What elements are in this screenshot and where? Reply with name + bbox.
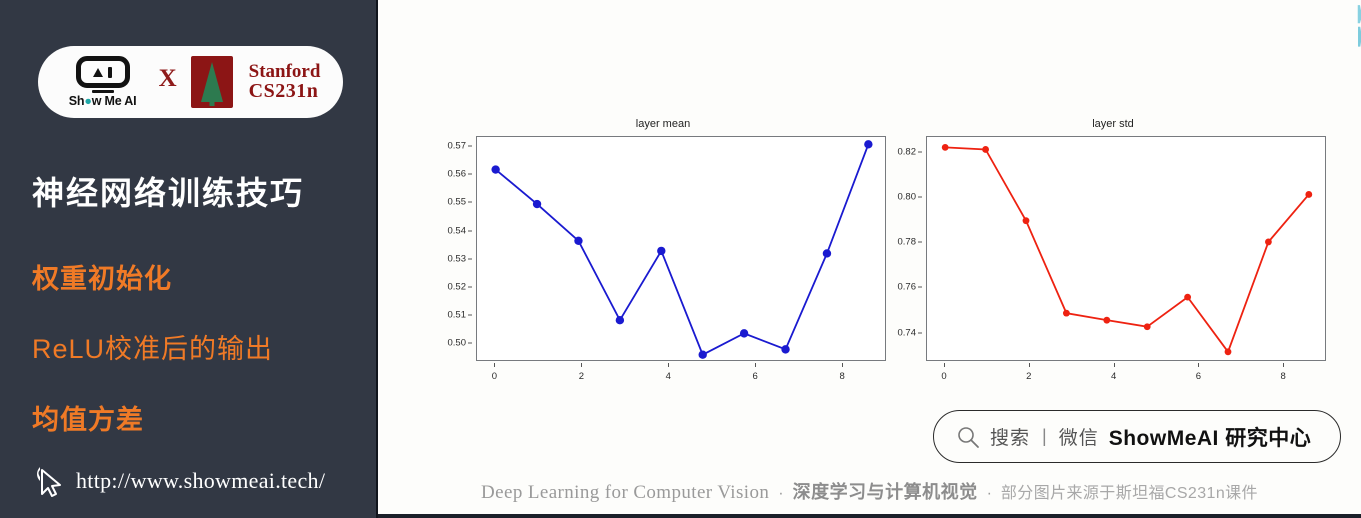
wechat-label: 微信 [1058, 428, 1099, 449]
plot-area-layer-mean [476, 136, 886, 361]
showmeai-wordmark: Sh●w Me AI [68, 94, 137, 108]
stanford-line-2: CS231n [248, 80, 319, 103]
search-divider: | [1042, 426, 1047, 446]
footer-separator: · [778, 485, 784, 502]
x-tick-label: 0 [491, 371, 498, 382]
x-tick-label: 2 [1026, 371, 1032, 382]
footer-chinese-note: 部分图片来源于斯坦福CS231n课件 [1000, 485, 1258, 502]
series-line-layer-mean [491, 140, 873, 359]
y-tick-label: 0.80 [897, 191, 917, 203]
brand-name: ShowMeAI 研究中心 [1108, 426, 1312, 450]
data-point [1305, 191, 1313, 198]
sidebar-subtitle-2: ReLU校准后的输出 [32, 334, 274, 364]
data-point [1143, 323, 1151, 331]
data-point [1224, 348, 1232, 356]
chart-title-layer-mean: layer mean [635, 118, 691, 130]
footer-caption: Deep Learning for Computer Vision · 深度学习… [378, 478, 1361, 504]
data-point [532, 199, 542, 209]
data-point [698, 350, 707, 359]
data-point [982, 146, 989, 153]
data-point [657, 246, 666, 256]
data-point [822, 249, 832, 258]
stanford-tree-icon [190, 56, 233, 108]
stanford-line-1: Stanford [248, 60, 321, 82]
slide-root: Sh●w Me AI X Stanford CS231n 神经网络训练技巧 权重… [0, 0, 1361, 518]
logo-x-separator: X [158, 65, 177, 92]
robot-eye-bar-icon [108, 66, 113, 78]
search-icon [958, 426, 979, 448]
wechat-search-pill[interactable]: 搜索 | 微信 ShowMeAI 研究中心 [933, 410, 1341, 463]
chart-panel-layer-mean: layer mean 0.57 0.56 0.55 0.54 0.53 0.52… [428, 8, 898, 398]
data-point [1022, 217, 1030, 225]
y-tick-label: 0.78 [897, 236, 917, 248]
data-point [941, 144, 949, 151]
chart-title-layer-std: layer std [1092, 118, 1134, 130]
x-tick-label: 8 [1280, 371, 1286, 382]
y-tick-label: 0.74 [897, 327, 917, 339]
sidebar-url-row[interactable]: http://www.showmeai.tech/ [34, 464, 325, 498]
y-axis-layer-mean: 0.57 0.56 0.55 0.54 0.53 0.52 0.51 0.50 [428, 136, 472, 361]
footer-chinese-bold: 深度学习与计算机视觉 [792, 482, 978, 502]
footer-english: Deep Learning for Computer Vision [481, 482, 770, 503]
y-tick-label: 0.56 [447, 168, 467, 180]
sidebar-subtitle-3: 均值方差 [32, 405, 144, 435]
sidebar-subtitle-1: 权重初始化 [32, 264, 172, 294]
footer-separator: · [986, 485, 992, 502]
x-tick-label: 2 [578, 371, 585, 382]
cursor-pointer-icon [37, 467, 61, 497]
sidebar: Sh●w Me AI X Stanford CS231n 神经网络训练技巧 权重… [0, 0, 378, 518]
series-line-layer-std [941, 144, 1313, 356]
chart-panel-layer-std: layer std 0.82 0.80 0.78 0.76 0.74 0 2 4… [878, 8, 1348, 398]
brand-logo-pill: Sh●w Me AI X Stanford CS231n [38, 46, 343, 118]
data-point [781, 345, 790, 354]
y-axis-layer-std: 0.82 0.80 0.78 0.76 0.74 [878, 136, 922, 361]
stanford-wordmark: Stanford CS231n [248, 60, 321, 103]
data-point [864, 140, 873, 149]
data-point [491, 165, 500, 174]
main-content: ShowMeAI layer mean 0.57 0.56 0.55 0.54 … [378, 0, 1361, 518]
data-point [615, 316, 625, 325]
footer-rule [378, 514, 1361, 518]
x-tick-label: 8 [839, 371, 845, 382]
x-tick-label: 6 [1195, 371, 1202, 382]
data-point [1265, 238, 1272, 246]
y-tick-label: 0.76 [897, 281, 917, 293]
charts-area: layer mean 0.57 0.56 0.55 0.54 0.53 0.52… [388, 8, 1358, 398]
y-tick-label: 0.52 [447, 281, 467, 293]
y-tick-label: 0.53 [447, 253, 467, 265]
x-axis-layer-std: 0 2 4 6 8 [926, 363, 1326, 387]
sidebar-url-text[interactable]: http://www.showmeai.tech/ [76, 468, 325, 494]
robot-eye-triangle-icon [93, 67, 104, 77]
data-point [1062, 309, 1070, 317]
x-axis-layer-mean: 0 2 4 6 8 [476, 363, 886, 387]
data-point [1103, 316, 1111, 324]
y-tick-label: 0.55 [447, 196, 467, 208]
data-point [739, 329, 749, 338]
data-point [574, 236, 583, 245]
x-tick-label: 0 [941, 371, 947, 382]
y-tick-label: 0.50 [447, 337, 467, 349]
robot-mouth-icon [91, 90, 114, 93]
search-label: 搜索 [990, 428, 1031, 449]
x-tick-label: 4 [1110, 371, 1117, 382]
y-tick-label: 0.54 [447, 225, 467, 236]
y-tick-label: 0.51 [447, 309, 467, 321]
x-tick-label: 4 [665, 371, 671, 382]
x-tick-label: 6 [752, 371, 758, 382]
page-title: 神经网络训练技巧 [32, 175, 305, 211]
plot-area-layer-std [926, 136, 1326, 361]
y-tick-label: 0.82 [897, 146, 917, 158]
y-tick-label: 0.57 [447, 140, 467, 152]
robot-face-icon [75, 56, 130, 88]
showmeai-logo: Sh●w Me AI [61, 56, 145, 108]
data-point [1184, 293, 1192, 301]
